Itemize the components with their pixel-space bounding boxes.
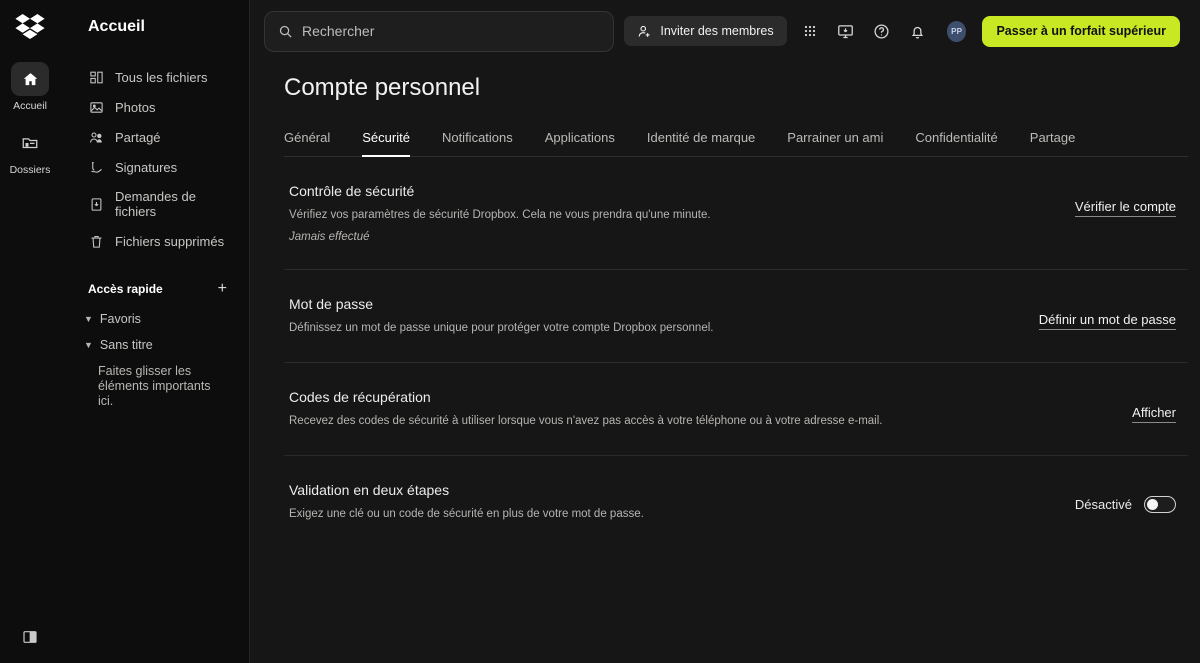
sidebar-item-label: Tous les fichiers — [115, 70, 207, 85]
app-window: Accueil Dossiers Accueil — [0, 0, 1200, 663]
sidebar-item-demandes-de-fichiers[interactable]: Demandes de fichiers — [60, 182, 249, 226]
tab-applications[interactable]: Applications — [545, 124, 615, 156]
invite-members-button[interactable]: Inviter des membres — [624, 16, 786, 46]
verify-account-link[interactable]: Vérifier le compte — [1075, 199, 1176, 217]
set-password-link[interactable]: Définir un mot de passe — [1039, 312, 1176, 330]
section-validation-en-deux-etapes: Validation en deux étapes Exigez une clé… — [284, 456, 1188, 548]
quick-access-group-favoris[interactable]: ▼ Favoris — [60, 306, 249, 332]
section-codes-de-recuperation: Codes de récupération Recevez des codes … — [284, 363, 1188, 456]
section-title: Mot de passe — [289, 296, 713, 312]
sidebar-item-label: Signatures — [115, 160, 177, 175]
help-circle-icon[interactable] — [869, 17, 895, 45]
tab-general[interactable]: Général — [284, 124, 330, 156]
chevron-down-icon: ▼ — [84, 314, 93, 324]
section-title: Validation en deux étapes — [289, 482, 644, 498]
dropbox-logo-icon[interactable] — [13, 10, 47, 44]
sidebar-panel-toggle-icon[interactable] — [16, 623, 44, 651]
folder-icon — [11, 126, 49, 160]
avatar[interactable]: PP — [947, 21, 967, 42]
section-text: Mot de passe Définissez un mot de passe … — [289, 296, 713, 336]
tab-partage[interactable]: Partage — [1030, 124, 1076, 156]
top-bar: Inviter des membres — [250, 0, 1200, 62]
upgrade-plan-button[interactable]: Passer à un forfait supérieur — [982, 16, 1180, 47]
quick-access-group-label: Sans titre — [100, 338, 153, 352]
tab-notifications[interactable]: Notifications — [442, 124, 513, 156]
rail-label-dossiers: Dossiers — [10, 164, 51, 176]
all-files-icon — [88, 69, 104, 85]
sidebar-title: Accueil — [60, 18, 249, 36]
two-step-status-label: Désactivé — [1075, 497, 1132, 512]
section-mot-de-passe: Mot de passe Définissez un mot de passe … — [284, 270, 1188, 363]
invite-members-label: Inviter des membres — [660, 24, 773, 38]
two-step-verification-toggle[interactable] — [1144, 496, 1176, 513]
section-text: Validation en deux étapes Exigez une clé… — [289, 482, 644, 522]
section-title: Codes de récupération — [289, 389, 883, 405]
file-request-icon — [88, 196, 104, 212]
section-description: Recevez des codes de sécurité à utiliser… — [289, 414, 883, 429]
sidebar-item-partage[interactable]: Partagé — [60, 122, 249, 152]
quick-access-title: Accès rapide — [88, 282, 163, 296]
sidebar-item-label: Demandes de fichiers — [115, 189, 239, 219]
page-title: Compte personnel — [284, 74, 1188, 102]
section-controle-de-securite: Contrôle de sécurité Vérifiez vos paramè… — [284, 157, 1188, 270]
bell-notification-icon[interactable] — [905, 17, 931, 45]
section-text: Contrôle de sécurité Vérifiez vos paramè… — [289, 183, 711, 243]
section-status: Jamais effectué — [289, 231, 711, 243]
desktop-app-icon[interactable] — [833, 17, 859, 45]
quick-access-group-sans-titre[interactable]: ▼ Sans titre — [60, 332, 249, 358]
section-description: Vérifiez vos paramètres de sécurité Drop… — [289, 208, 711, 223]
sidebar-item-tous-les-fichiers[interactable]: Tous les fichiers — [60, 62, 249, 92]
tab-securite[interactable]: Sécurité — [362, 124, 410, 156]
apps-grid-icon[interactable] — [797, 17, 823, 45]
photo-icon — [88, 99, 104, 115]
sidebar-item-photos[interactable]: Photos — [60, 92, 249, 122]
shared-users-icon — [88, 129, 104, 145]
search-icon — [278, 24, 293, 39]
section-description: Définissez un mot de passe unique pour p… — [289, 321, 713, 336]
home-icon — [11, 62, 49, 96]
section-text: Codes de récupération Recevez des codes … — [289, 389, 883, 429]
toggle-knob — [1147, 499, 1158, 510]
search-bar[interactable] — [264, 11, 614, 52]
sidebar-nav-list: Tous les fichiers Photos — [60, 62, 249, 256]
icon-rail: Accueil Dossiers — [0, 0, 60, 663]
rail-label-accueil: Accueil — [13, 100, 47, 112]
section-title: Contrôle de sécurité — [289, 183, 711, 199]
add-person-icon — [637, 24, 652, 39]
quick-access-empty-hint: Faites glisser les éléments importants i… — [60, 358, 249, 409]
quick-access-header: Accès rapide + — [60, 282, 249, 296]
quick-access-group-label: Favoris — [100, 312, 141, 326]
section-description: Exigez une clé ou un code de sécurité en… — [289, 507, 644, 522]
rail-item-dossiers[interactable]: Dossiers — [2, 126, 58, 176]
main-area: Inviter des membres — [250, 0, 1200, 663]
rail-item-accueil[interactable]: Accueil — [2, 62, 58, 112]
trash-icon — [88, 233, 104, 249]
tab-parrainer-un-ami[interactable]: Parrainer un ami — [787, 124, 883, 156]
tab-confidentialite[interactable]: Confidentialité — [915, 124, 997, 156]
chevron-down-icon: ▼ — [84, 340, 93, 350]
search-input[interactable] — [302, 23, 600, 39]
page-content: Compte personnel Général Sécurité Notifi… — [250, 62, 1200, 663]
plus-icon[interactable]: + — [218, 282, 227, 296]
sidebar-item-label: Photos — [115, 100, 155, 115]
tab-bar: Général Sécurité Notifications Applicati… — [284, 124, 1188, 157]
signature-icon — [88, 159, 104, 175]
sidebar-item-signatures[interactable]: Signatures — [60, 152, 249, 182]
sidebar-item-fichiers-supprimes[interactable]: Fichiers supprimés — [60, 226, 249, 256]
two-step-toggle-group: Désactivé — [1075, 496, 1176, 513]
tab-identite-de-marque[interactable]: Identité de marque — [647, 124, 755, 156]
sidebar-item-label: Fichiers supprimés — [115, 234, 224, 249]
sidebar-item-label: Partagé — [115, 130, 161, 145]
nav-sidebar: Accueil Tous les fichiers — [60, 0, 250, 663]
rail-bottom — [0, 623, 60, 651]
show-recovery-codes-link[interactable]: Afficher — [1132, 405, 1176, 423]
